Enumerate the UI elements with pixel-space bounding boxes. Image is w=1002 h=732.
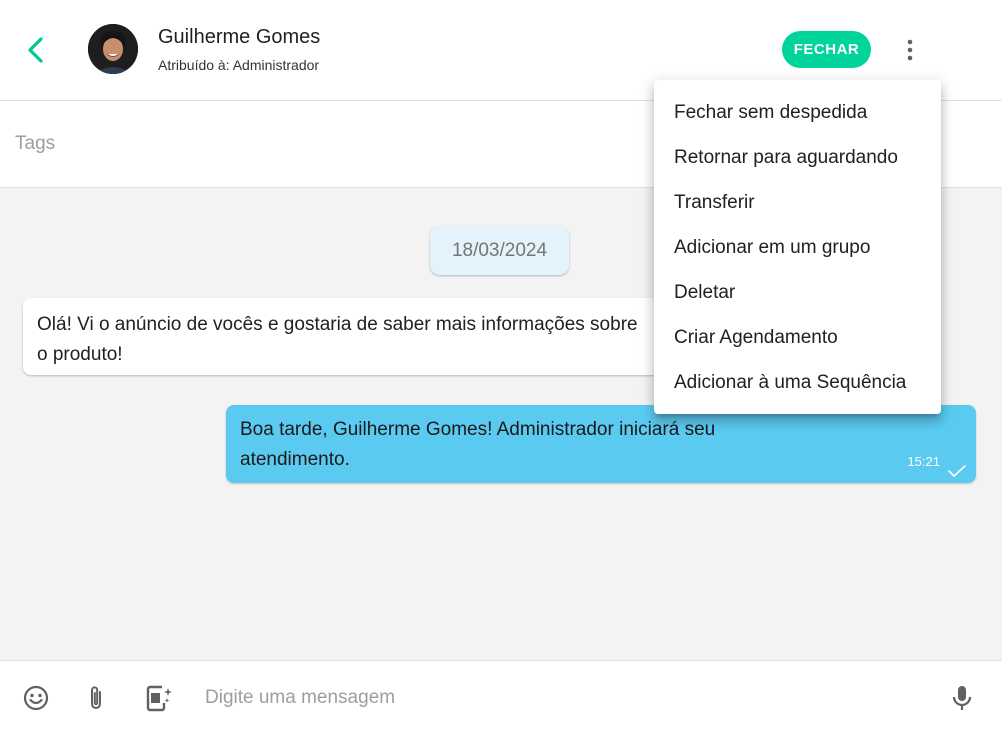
menu-item-add-to-sequence[interactable]: Adicionar à uma Sequência xyxy=(654,360,941,405)
message-input[interactable] xyxy=(205,681,905,715)
message-composer xyxy=(0,660,1002,732)
menu-item-return-to-waiting[interactable]: Retornar para aguardando xyxy=(654,135,941,180)
emoji-icon xyxy=(23,685,49,711)
voice-record-button[interactable] xyxy=(950,684,974,712)
tags-input[interactable]: Tags xyxy=(15,133,55,155)
outgoing-message: Boa tarde, Guilherme Gomes! Administrado… xyxy=(226,405,976,483)
incoming-message-text: Olá! Vi o anúncio de vocês e gostaria de… xyxy=(37,314,638,365)
assigned-agent: Atribuído à: Administrador xyxy=(158,57,320,73)
date-separator: 18/03/2024 xyxy=(430,226,569,275)
message-time: 15:21 xyxy=(907,454,940,469)
incoming-message: Olá! Vi o anúncio de vocês e gostaria de… xyxy=(23,298,663,375)
check-icon xyxy=(948,465,966,477)
more-options-button[interactable] xyxy=(898,36,922,64)
template-icon xyxy=(146,685,172,712)
paperclip-icon xyxy=(91,686,101,709)
microphone-icon xyxy=(952,686,972,710)
options-menu: Fechar sem despedida Retornar para aguar… xyxy=(654,80,941,414)
menu-item-transfer[interactable]: Transferir xyxy=(654,180,941,225)
emoji-button[interactable] xyxy=(22,684,50,712)
chevron-left-icon xyxy=(28,37,43,63)
contact-name: Guilherme Gomes xyxy=(158,26,321,48)
back-button[interactable] xyxy=(22,34,50,66)
avatar[interactable] xyxy=(88,24,138,74)
menu-item-close-without-farewell[interactable]: Fechar sem despedida xyxy=(654,90,941,135)
outgoing-message-text: Boa tarde, Guilherme Gomes! Administrado… xyxy=(240,419,716,470)
menu-item-delete[interactable]: Deletar xyxy=(654,270,941,315)
avatar-image xyxy=(88,24,138,74)
attach-button[interactable] xyxy=(84,683,108,713)
menu-item-add-to-group[interactable]: Adicionar em um grupo xyxy=(654,225,941,270)
close-ticket-button[interactable]: FECHAR xyxy=(782,31,871,68)
menu-item-create-schedule[interactable]: Criar Agendamento xyxy=(654,315,941,360)
more-vert-icon xyxy=(907,39,913,61)
quick-template-button[interactable] xyxy=(143,683,173,713)
